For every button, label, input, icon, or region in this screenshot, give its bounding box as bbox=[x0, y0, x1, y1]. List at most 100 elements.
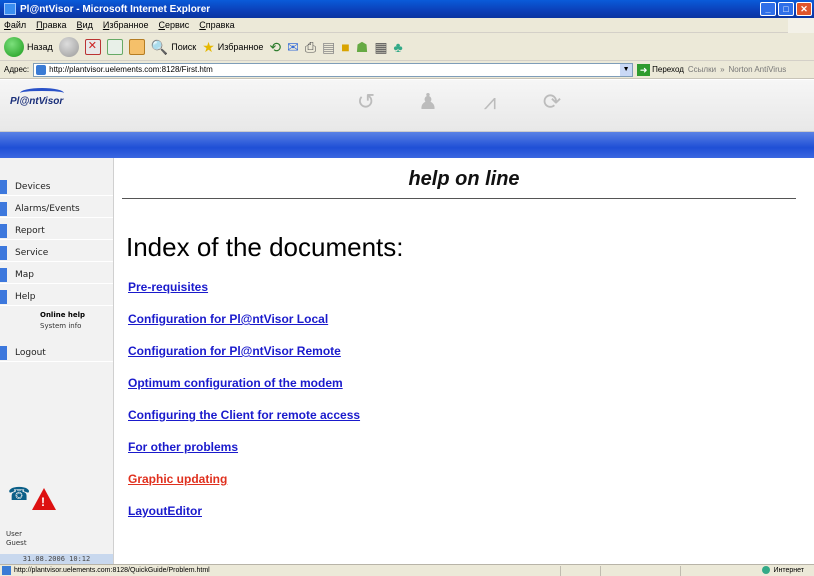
browser-toolbar: Назад 🔍 Поиск ★ Избранное ⟲ ✉ ⎙ ▤ ■ ☗ ▦ … bbox=[0, 33, 814, 61]
folder-icon[interactable]: ■ bbox=[341, 40, 349, 54]
address-dropdown-icon[interactable]: ▼ bbox=[620, 63, 633, 76]
sidebar-item-label: Report bbox=[15, 225, 45, 236]
history-clock-icon[interactable]: ⟳ bbox=[538, 90, 566, 116]
doc-link-graphic-updating[interactable]: Graphic updating bbox=[128, 472, 227, 486]
antivirus-button[interactable]: Norton AntiVirus bbox=[729, 65, 787, 74]
graph-icon[interactable]: ⩘ bbox=[476, 90, 504, 116]
forward-button[interactable] bbox=[58, 36, 79, 57]
home-button[interactable] bbox=[128, 38, 145, 55]
doc-link-other-problems[interactable]: For other problems bbox=[128, 440, 238, 454]
sidebar-tab-marker bbox=[0, 201, 7, 216]
user-info: User Guest bbox=[6, 530, 27, 548]
back-button[interactable]: Назад bbox=[4, 36, 53, 57]
doc-link-client-remote-access[interactable]: Configuring the Client for remote access bbox=[128, 408, 360, 422]
back-arrow-icon bbox=[4, 36, 24, 57]
sidebar-sub-online-help[interactable]: Online help bbox=[40, 311, 85, 319]
menu-view[interactable]: Вид bbox=[77, 20, 93, 30]
sidebar-item-report[interactable]: Report bbox=[0, 222, 113, 240]
sidebar: Devices Alarms/Events Report Service Map… bbox=[0, 158, 114, 564]
doc-link-prerequisites[interactable]: Pre-requisites bbox=[128, 280, 208, 294]
go-arrow-icon: ➜ bbox=[637, 63, 651, 76]
phone-icon[interactable]: ☎ bbox=[8, 486, 30, 504]
status-bar: http://plantvisor.uelements.com:8128/Qui… bbox=[0, 564, 814, 576]
datetime-display: 31.08.2006 10:12 bbox=[0, 554, 113, 564]
address-input[interactable]: http://plantvisor.uelements.com:8128/Fir… bbox=[33, 62, 634, 77]
history-icon[interactable]: ⟲ bbox=[269, 40, 281, 54]
address-url: http://plantvisor.uelements.com:8128/Fir… bbox=[49, 65, 213, 74]
go-button[interactable]: ➜ Переход bbox=[637, 63, 684, 76]
sidebar-item-label: Map bbox=[15, 269, 34, 280]
status-divider bbox=[680, 566, 681, 576]
alarm-bell-icon[interactable]: ♟ bbox=[414, 90, 442, 116]
messenger-icon[interactable]: ☗ bbox=[356, 40, 369, 54]
status-divider bbox=[600, 566, 601, 576]
menu-help[interactable]: Справка bbox=[199, 20, 234, 30]
main-content: help on line Index of the documents: Pre… bbox=[114, 158, 814, 564]
page-icon bbox=[36, 64, 47, 75]
refresh-circle-icon[interactable]: ↺ bbox=[352, 90, 380, 116]
sidebar-sub-system-info[interactable]: System info bbox=[40, 322, 81, 330]
help-title: help on line bbox=[408, 168, 520, 190]
mail-icon[interactable]: ✉ bbox=[287, 40, 299, 54]
search-icon: 🔍 bbox=[150, 38, 169, 55]
sidebar-item-devices[interactable]: Devices bbox=[0, 178, 113, 196]
window-title-bar: Pl@ntVisor - Microsoft Internet Explorer… bbox=[0, 0, 814, 18]
search-button[interactable]: 🔍 Поиск bbox=[151, 40, 196, 54]
title-divider bbox=[122, 198, 796, 199]
sidebar-tab-marker bbox=[0, 223, 7, 238]
doc-link-config-remote[interactable]: Configuration for Pl@ntVisor Remote bbox=[128, 344, 341, 358]
sidebar-item-logout[interactable]: Logout bbox=[0, 344, 113, 362]
back-label: Назад bbox=[27, 41, 53, 52]
favorites-button[interactable]: ★ Избранное bbox=[202, 40, 263, 54]
star-icon: ★ bbox=[202, 38, 215, 55]
sidebar-tab-marker bbox=[0, 267, 7, 282]
search-label: Поиск bbox=[171, 41, 197, 52]
edit-icon[interactable]: ▤ bbox=[322, 40, 335, 54]
links-button[interactable]: Ссылки bbox=[688, 65, 716, 74]
menu-bar: Файл Правка Вид Избранное Сервис Справка bbox=[0, 18, 814, 33]
close-button[interactable]: ✕ bbox=[796, 2, 812, 16]
sidebar-item-label: Devices bbox=[15, 181, 51, 192]
print-icon[interactable]: ⎙ bbox=[305, 40, 316, 54]
refresh-button[interactable] bbox=[106, 38, 123, 55]
user-name: Guest bbox=[6, 539, 27, 547]
window-title: Pl@ntVisor - Microsoft Internet Explorer bbox=[20, 3, 211, 15]
discuss-icon[interactable]: ♣ bbox=[394, 40, 403, 54]
menu-tools[interactable]: Сервис bbox=[158, 20, 189, 30]
address-label: Адрес: bbox=[4, 65, 30, 74]
page-status-icon bbox=[2, 566, 11, 575]
menu-edit[interactable]: Правка bbox=[36, 20, 66, 30]
menu-favorites[interactable]: Избранное bbox=[103, 20, 149, 30]
maximize-button[interactable]: □ bbox=[778, 2, 794, 16]
sidebar-item-map[interactable]: Map bbox=[0, 266, 113, 284]
sidebar-item-alarms-events[interactable]: Alarms/Events bbox=[0, 200, 113, 218]
sidebar-tab-marker bbox=[0, 289, 7, 304]
doc-link-modem-config[interactable]: Optimum configuration of the modem bbox=[128, 376, 343, 390]
sidebar-item-label: Alarms/Events bbox=[15, 203, 80, 214]
plantvisor-logo: Pl@ntVisor bbox=[10, 96, 64, 107]
favorites-label: Избранное bbox=[217, 41, 264, 52]
status-divider bbox=[560, 566, 561, 576]
chevron-right-icon[interactable]: » bbox=[720, 65, 724, 74]
sidebar-item-label: Logout bbox=[15, 347, 46, 358]
sidebar-tab-marker bbox=[0, 245, 7, 260]
status-zone: Интернет bbox=[762, 566, 804, 574]
windows-logo-icon bbox=[788, 18, 814, 33]
stop-button[interactable] bbox=[84, 38, 101, 55]
menu-file[interactable]: Файл bbox=[4, 20, 26, 30]
go-label: Переход bbox=[652, 65, 684, 74]
sidebar-item-help[interactable]: Help bbox=[0, 288, 113, 306]
research-icon[interactable]: ▦ bbox=[374, 40, 387, 54]
sidebar-item-label: Help bbox=[15, 291, 36, 302]
address-bar: Адрес: http://plantvisor.uelements.com:8… bbox=[0, 61, 814, 79]
status-url: http://plantvisor.uelements.com:8128/Qui… bbox=[14, 567, 210, 574]
sidebar-item-service[interactable]: Service bbox=[0, 244, 113, 262]
plantvisor-header: Pl@ntVisor ↺ ♟ ⩘ ⟳ bbox=[0, 80, 814, 132]
doc-link-layout-editor[interactable]: LayoutEditor bbox=[128, 504, 202, 518]
doc-link-config-local[interactable]: Configuration for Pl@ntVisor Local bbox=[128, 312, 328, 326]
header-blue-band bbox=[0, 132, 814, 158]
globe-icon bbox=[762, 566, 771, 574]
minimize-button[interactable]: _ bbox=[760, 2, 776, 16]
status-zone-label: Интернет bbox=[773, 566, 804, 574]
ie-app-icon bbox=[4, 3, 16, 15]
